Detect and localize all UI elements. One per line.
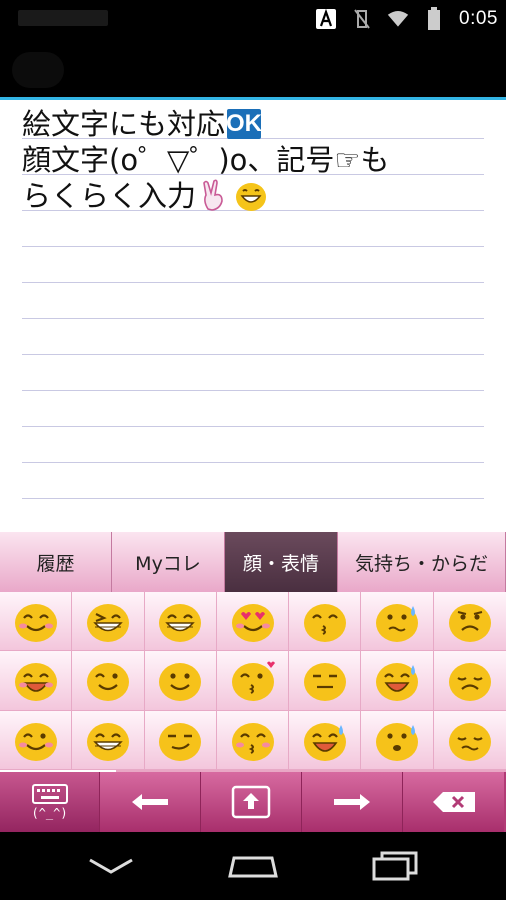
nervous-face-icon: [376, 604, 419, 643]
emoji-key[interactable]: [0, 651, 73, 711]
text-editor[interactable]: 絵文字にも対応 OK 顔文字(o゜▽゜)o、記号☞も らくらく入力: [0, 100, 506, 532]
ruled-line: [22, 462, 484, 463]
victory-hand-icon: [203, 179, 223, 211]
emoji-key[interactable]: [0, 710, 73, 770]
ruled-line: [22, 354, 484, 355]
recent-apps-button[interactable]: [360, 841, 430, 891]
frowning-face-icon: [448, 604, 491, 643]
enter-icon: [231, 785, 271, 819]
emoji-key[interactable]: [433, 710, 506, 770]
editor-line-text: 絵文字にも対応: [22, 107, 226, 141]
emoji-key[interactable]: [144, 651, 217, 711]
back-icon: [89, 858, 133, 874]
editor-line-1: 絵文字にも対応 OK: [22, 106, 492, 142]
sweat-smile-icon: [303, 722, 346, 761]
emoji-key[interactable]: [72, 710, 145, 770]
home-icon: [228, 856, 278, 878]
heart-eyes-icon: [231, 604, 274, 643]
back-button[interactable]: [76, 841, 146, 891]
worried-face-icon: [448, 722, 491, 761]
emoji-key[interactable]: [144, 592, 217, 652]
ruled-line: [22, 426, 484, 427]
kissing-face-icon: [303, 604, 346, 643]
emoji-key[interactable]: [433, 651, 506, 711]
app-logo-icon[interactable]: [12, 52, 64, 88]
keyboard-toggle-button[interactable]: (^_^): [0, 772, 100, 832]
unamused-face-icon: [303, 663, 346, 702]
pensive-face-icon: [448, 663, 491, 702]
keyboard-toggle-icon: [31, 784, 68, 804]
wifi-icon: [387, 8, 409, 30]
clock: 0:05: [459, 8, 498, 29]
crying-face-icon: [376, 663, 419, 702]
kissing-blush-icon: [231, 722, 274, 761]
emoji-key[interactable]: [72, 592, 145, 652]
app-a-icon: [315, 8, 337, 30]
right-arrow-icon: [334, 794, 370, 810]
emoji-key[interactable]: [216, 592, 290, 652]
editor-line-text: らくらく入力: [22, 179, 197, 213]
emoji-key[interactable]: [289, 592, 362, 652]
emoji-key[interactable]: [0, 592, 73, 652]
category-tabs: 履歴 Myコレ 顔・表情 気持ち・からだ: [0, 532, 506, 592]
smiling-closed-eyes-icon: [14, 604, 57, 643]
emoji-key[interactable]: [216, 651, 290, 711]
smirking-face-icon: [159, 722, 202, 761]
emoji-key[interactable]: [289, 710, 362, 770]
blowing-kiss-icon: [231, 661, 275, 702]
beaming-face-icon: [86, 722, 129, 761]
editor-line-text: 顔文字(o゜▽゜)o、記号☞も: [22, 143, 390, 177]
ruled-line: [22, 318, 484, 319]
navigation-bar: [0, 832, 506, 900]
squinting-wink-icon: [86, 604, 129, 643]
emoji-key[interactable]: [433, 592, 506, 652]
emoji-key[interactable]: [361, 592, 434, 652]
emoji-key[interactable]: [144, 710, 217, 770]
cursor-right-button[interactable]: [302, 772, 403, 832]
action-bar: [0, 38, 506, 100]
emoji-key[interactable]: [216, 710, 290, 770]
ruled-line: [22, 390, 484, 391]
tab-my-collection[interactable]: Myコレ: [112, 532, 225, 592]
cursor-left-button[interactable]: [100, 772, 201, 832]
emoji-keyboard: 履歴 Myコレ 顔・表情 気持ち・からだ (^_^): [0, 532, 506, 832]
battery-icon: [423, 7, 445, 30]
ok-badge-icon: OK: [226, 109, 263, 139]
backspace-button[interactable]: [403, 772, 504, 832]
smiling-face-icon: [159, 663, 202, 702]
emoji-key[interactable]: [289, 651, 362, 711]
emoji-key[interactable]: [361, 651, 434, 711]
tab-history[interactable]: 履歴: [0, 532, 112, 592]
winking-grin-icon: [14, 722, 57, 761]
status-bar: 0:05: [0, 0, 506, 38]
notification-icon: [18, 10, 108, 26]
ruled-line: [22, 498, 484, 499]
emoji-key[interactable]: [361, 710, 434, 770]
ruled-line: [22, 246, 484, 247]
backspace-icon: [432, 792, 475, 812]
editor-line-3: らくらく入力: [22, 178, 492, 214]
editor-line-2: 顔文字(o゜▽゜)o、記号☞も: [22, 142, 492, 178]
ruled-line: [22, 282, 484, 283]
editor-content[interactable]: 絵文字にも対応 OK 顔文字(o゜▽゜)o、記号☞も らくらく入力: [22, 106, 492, 214]
left-arrow-icon: [132, 794, 168, 810]
screen: 0:05 絵文字にも対応 OK 顔文字(o゜▽゜)o、記号☞も らくらく入力 履…: [0, 0, 506, 900]
vibrate-off-icon: [351, 8, 373, 30]
winking-face-icon: [86, 663, 129, 702]
recent-apps-icon: [372, 851, 418, 881]
anxious-sweat-icon: [376, 722, 419, 761]
laughing-face-icon: [14, 663, 57, 702]
grinning-face-icon: [236, 183, 267, 211]
function-key-row: (^_^): [0, 772, 506, 832]
tab-faces-expressions[interactable]: 顔・表情: [225, 532, 338, 592]
emoji-grid: [0, 592, 506, 770]
tab-feelings-body[interactable]: 気持ち・からだ: [338, 532, 506, 592]
home-button[interactable]: [218, 841, 288, 891]
grinning-teeth-icon: [159, 604, 202, 643]
emoji-key[interactable]: [72, 651, 145, 711]
status-icons: 0:05: [315, 6, 498, 32]
mode-label: (^_^): [31, 806, 68, 820]
enter-button[interactable]: [201, 772, 302, 832]
